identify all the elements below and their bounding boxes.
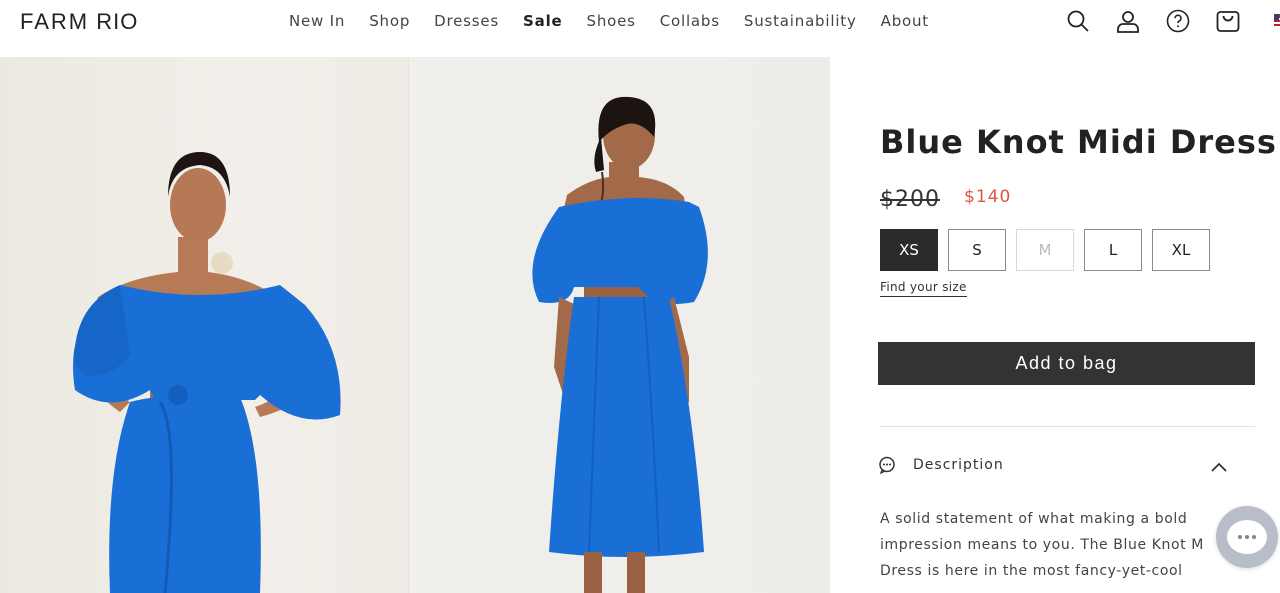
- size-option-m[interactable]: M: [1016, 229, 1074, 271]
- size-option-l[interactable]: L: [1084, 229, 1142, 271]
- account-icon[interactable]: [1116, 9, 1140, 33]
- main-nav: New In Shop Dresses Sale Shoes Collabs S…: [289, 12, 953, 30]
- divider: [880, 426, 1255, 427]
- description-accordion-header[interactable]: Description: [878, 453, 1238, 481]
- product-title: Blue Knot Midi Dress: [880, 123, 1277, 161]
- size-option-s[interactable]: S: [948, 229, 1006, 271]
- sale-price: $140: [964, 187, 1012, 207]
- nav-about[interactable]: About: [881, 12, 929, 30]
- nav-sale[interactable]: Sale: [523, 12, 562, 30]
- nav-sustainability[interactable]: Sustainability: [744, 12, 857, 30]
- chat-widget-button[interactable]: [1216, 506, 1278, 568]
- bag-icon[interactable]: [1216, 9, 1240, 33]
- nav-collabs[interactable]: Collabs: [660, 12, 720, 30]
- product-image-front[interactable]: [0, 57, 408, 593]
- chat-bubble-icon: [878, 456, 896, 475]
- help-icon[interactable]: [1166, 9, 1190, 33]
- us-flag-icon[interactable]: [1274, 14, 1280, 26]
- nav-shoes[interactable]: Shoes: [587, 12, 636, 30]
- size-selector: XS S M L XL: [880, 229, 1220, 271]
- description-label: Description: [913, 457, 1004, 473]
- chat-icon: [1227, 520, 1267, 554]
- nav-dresses[interactable]: Dresses: [434, 12, 499, 30]
- size-option-xs[interactable]: XS: [880, 229, 938, 271]
- description-text: A solid statement of what making a bold …: [880, 506, 1220, 584]
- chevron-up-icon[interactable]: [1210, 459, 1228, 473]
- description-line: impression means to you. The Blue Knot M: [880, 537, 1204, 553]
- brand-logo[interactable]: FARM RIO: [20, 9, 138, 35]
- product-image-back[interactable]: [408, 57, 830, 593]
- description-line: Dress is here in the most fancy-yet-cool: [880, 563, 1183, 579]
- add-to-bag-button[interactable]: Add to bag: [878, 342, 1255, 385]
- product-gallery: [0, 57, 830, 593]
- nav-shop[interactable]: Shop: [369, 12, 410, 30]
- original-price: $200: [880, 187, 940, 212]
- size-option-xl[interactable]: XL: [1152, 229, 1210, 271]
- product-details: Blue Knot Midi Dress $200 $140 XS S M L …: [878, 57, 1280, 593]
- description-line: A solid statement of what making a bold: [880, 511, 1188, 527]
- search-icon[interactable]: [1066, 9, 1090, 33]
- nav-new-in[interactable]: New In: [289, 12, 345, 30]
- find-your-size-link[interactable]: Find your size: [880, 280, 967, 297]
- site-header: FARM RIO New In Shop Dresses Sale Shoes …: [0, 0, 1280, 57]
